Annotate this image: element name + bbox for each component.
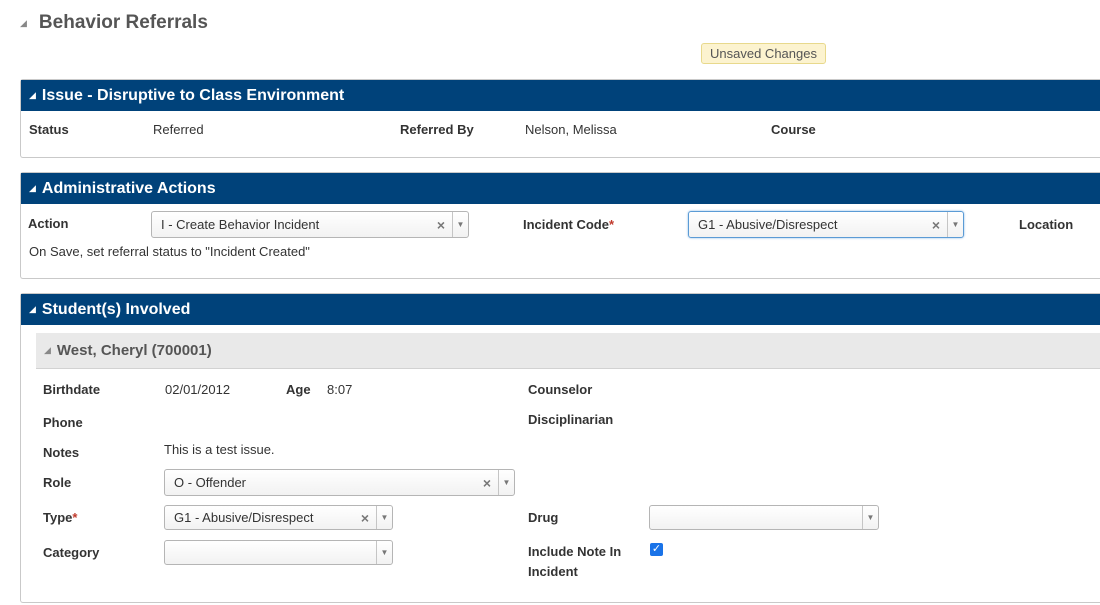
category-label: Category — [43, 545, 100, 560]
action-label: Action — [28, 216, 69, 231]
dropdown-arrow-icon[interactable]: ▼ — [862, 506, 878, 529]
dropdown-arrow-icon[interactable]: ▼ — [452, 212, 468, 237]
status-value: Referred — [153, 122, 204, 137]
type-select[interactable]: G1 - Abusive/Disrespect × ▼ — [164, 505, 393, 530]
student-header[interactable]: ◢ West, Cheryl (700001) — [36, 333, 1100, 369]
dropdown-arrow-icon[interactable]: ▼ — [947, 212, 963, 237]
birthdate-label: Birthdate — [43, 382, 101, 397]
category-select[interactable]: ▼ — [164, 540, 393, 565]
student-name: West, Cheryl (700001) — [56, 342, 212, 359]
role-select-value: O - Offender — [174, 475, 247, 490]
include-note-checkbox[interactable]: ✓ — [650, 543, 663, 556]
drug-label: Drug — [528, 510, 559, 525]
collapse-triangle-icon[interactable]: ◢ — [29, 304, 36, 315]
notes-value: This is a test issue. — [164, 442, 275, 457]
administrative-actions-panel: ◢ Administrative Actions Action I - Crea… — [20, 172, 1100, 279]
checkmark-icon: ✓ — [651, 543, 662, 555]
issue-panel: ◢ Issue - Disruptive to Class Environmen… — [20, 79, 1100, 158]
age-label: Age — [286, 382, 311, 397]
issue-title: Issue - Disruptive to Class Environment — [41, 86, 345, 104]
clear-x-icon[interactable]: × — [929, 217, 943, 233]
issue-panel-header[interactable]: ◢ Issue - Disruptive to Class Environmen… — [21, 80, 1100, 111]
status-label: Status — [29, 122, 69, 137]
role-select[interactable]: O - Offender × ▼ — [164, 469, 515, 496]
collapse-triangle-icon[interactable]: ◢ — [20, 18, 27, 29]
notes-label: Notes — [43, 445, 80, 460]
clear-x-icon[interactable]: × — [358, 510, 372, 526]
birthdate-value: 02/01/2012 — [165, 382, 231, 397]
type-select-value: G1 - Abusive/Disrespect — [174, 510, 314, 525]
students-involved-panel: ◢ Student(s) Involved ◢ West, Cheryl (70… — [20, 293, 1100, 603]
save-status-note: On Save, set referral status to "Inciden… — [29, 244, 310, 259]
course-label: Course — [771, 122, 816, 137]
referred-by-value: Nelson, Melissa — [525, 122, 617, 137]
page-title[interactable]: ◢ Behavior Referrals — [20, 12, 208, 34]
collapse-triangle-icon[interactable]: ◢ — [29, 183, 36, 194]
drug-select[interactable]: ▼ — [649, 505, 879, 530]
type-label: Type* — [43, 510, 78, 525]
page-title-text: Behavior Referrals — [38, 12, 208, 33]
incident-code-select-value: G1 - Abusive/Disrespect — [698, 217, 838, 232]
include-note-label: Include Note In Incident — [528, 544, 622, 579]
age-value: 8:07 — [327, 382, 353, 397]
clear-x-icon[interactable]: × — [480, 475, 494, 491]
admin-panel-header[interactable]: ◢ Administrative Actions — [21, 173, 1100, 204]
collapse-triangle-icon[interactable]: ◢ — [44, 345, 51, 356]
referred-by-label: Referred By — [400, 122, 474, 137]
incident-code-select[interactable]: G1 - Abusive/Disrespect × ▼ — [688, 211, 964, 238]
role-label: Role — [43, 475, 72, 490]
clear-x-icon[interactable]: × — [434, 217, 448, 233]
required-asterisk: * — [608, 217, 615, 232]
disciplinarian-label: Disciplinarian — [528, 412, 614, 427]
unsaved-changes-badge: Unsaved Changes — [701, 43, 826, 64]
required-asterisk: * — [72, 510, 78, 525]
students-panel-header[interactable]: ◢ Student(s) Involved — [21, 294, 1100, 325]
collapse-triangle-icon[interactable]: ◢ — [29, 90, 36, 101]
admin-panel-title: Administrative Actions — [41, 179, 216, 197]
dropdown-arrow-icon[interactable]: ▼ — [376, 506, 392, 529]
students-panel-title: Student(s) Involved — [41, 300, 191, 318]
dropdown-arrow-icon[interactable]: ▼ — [498, 470, 514, 495]
incident-code-label: Incident Code* — [523, 217, 615, 232]
counselor-label: Counselor — [528, 382, 593, 397]
action-select-value: I - Create Behavior Incident — [161, 217, 320, 232]
phone-label: Phone — [43, 415, 83, 430]
location-label: Location — [1019, 217, 1074, 232]
dropdown-arrow-icon[interactable]: ▼ — [376, 541, 392, 564]
action-select[interactable]: I - Create Behavior Incident × ▼ — [151, 211, 469, 238]
